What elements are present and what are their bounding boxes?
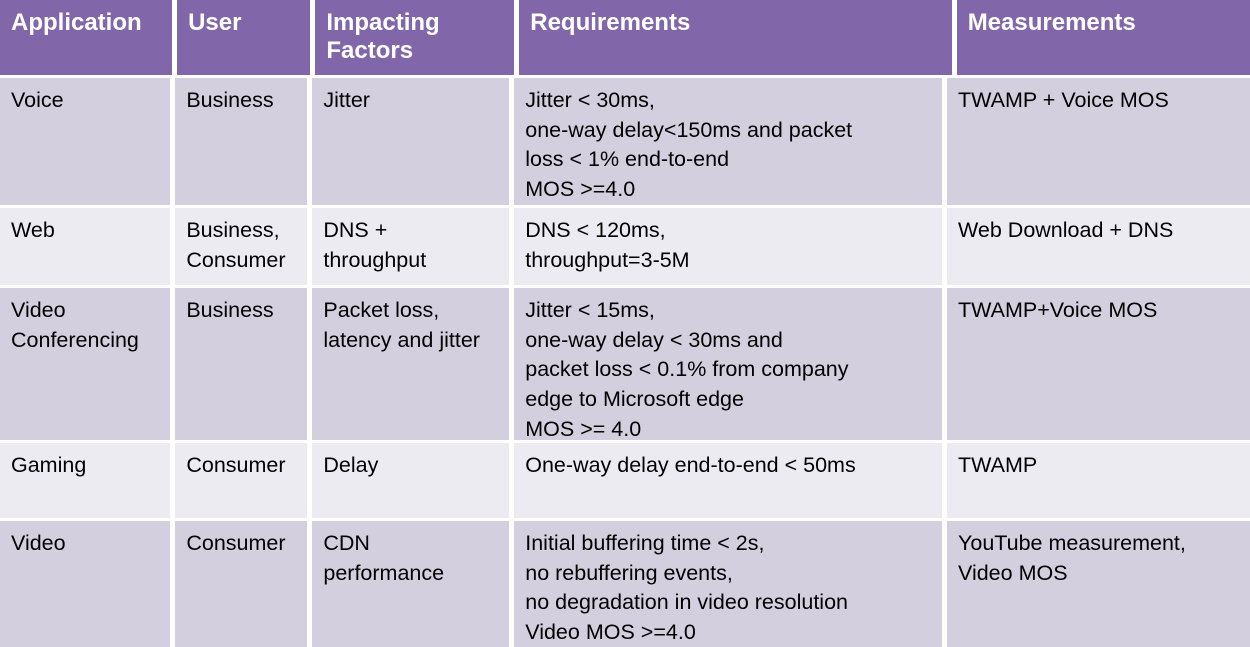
cell-application: Web	[0, 208, 171, 285]
cell-requirements: Jitter < 30ms, one-way delay<150ms and p…	[514, 78, 942, 205]
column-header-user: User	[177, 0, 311, 75]
cell-application: Video Conferencing	[0, 288, 171, 440]
cell-requirements: Initial buffering time < 2s, no rebuffer…	[514, 521, 942, 647]
column-header-measurements: Measurements	[956, 0, 1250, 75]
table-row: Gaming Consumer Delay One-way delay end-…	[0, 443, 1250, 518]
cell-impacting-factors: CDN performance	[312, 521, 510, 647]
table-row: Video Conferencing Business Packet loss,…	[0, 288, 1250, 440]
cell-impacting-factors: Packet loss, latency and jitter	[312, 288, 510, 440]
cell-user: Business	[175, 78, 308, 205]
column-header-application: Application	[0, 0, 173, 75]
cell-measurements: TWAMP	[947, 443, 1250, 518]
cell-requirements: Jitter < 15ms, one-way delay < 30ms and …	[514, 288, 942, 440]
cell-measurements: YouTube measurement, Video MOS	[947, 521, 1250, 647]
cell-user: Business	[175, 288, 308, 440]
cell-user: Consumer	[175, 443, 308, 518]
table-header-row: Application User Impacting Factors Requi…	[0, 0, 1250, 75]
cell-user: Business, Consumer	[175, 208, 308, 285]
cell-application: Video	[0, 521, 171, 647]
column-header-requirements: Requirements	[519, 0, 952, 75]
cell-application: Voice	[0, 78, 171, 205]
cell-requirements: DNS < 120ms, throughput=3-5M	[514, 208, 942, 285]
table-row: Video Consumer CDN performance Initial b…	[0, 521, 1250, 647]
cell-application: Gaming	[0, 443, 171, 518]
cell-measurements: TWAMP + Voice MOS	[947, 78, 1250, 205]
table-row: Web Business, Consumer DNS + throughput …	[0, 208, 1250, 285]
cell-requirements: One-way delay end-to-end < 50ms	[514, 443, 942, 518]
cell-impacting-factors: DNS + throughput	[312, 208, 510, 285]
cell-user: Consumer	[175, 521, 308, 647]
cell-impacting-factors: Delay	[312, 443, 510, 518]
column-header-impacting-factors: Impacting Factors	[315, 0, 515, 75]
table-row: Voice Business Jitter Jitter < 30ms, one…	[0, 78, 1250, 205]
application-requirements-table: Application User Impacting Factors Requi…	[0, 0, 1250, 647]
cell-measurements: TWAMP+Voice MOS	[947, 288, 1250, 440]
cell-measurements: Web Download + DNS	[947, 208, 1250, 285]
cell-impacting-factors: Jitter	[312, 78, 510, 205]
